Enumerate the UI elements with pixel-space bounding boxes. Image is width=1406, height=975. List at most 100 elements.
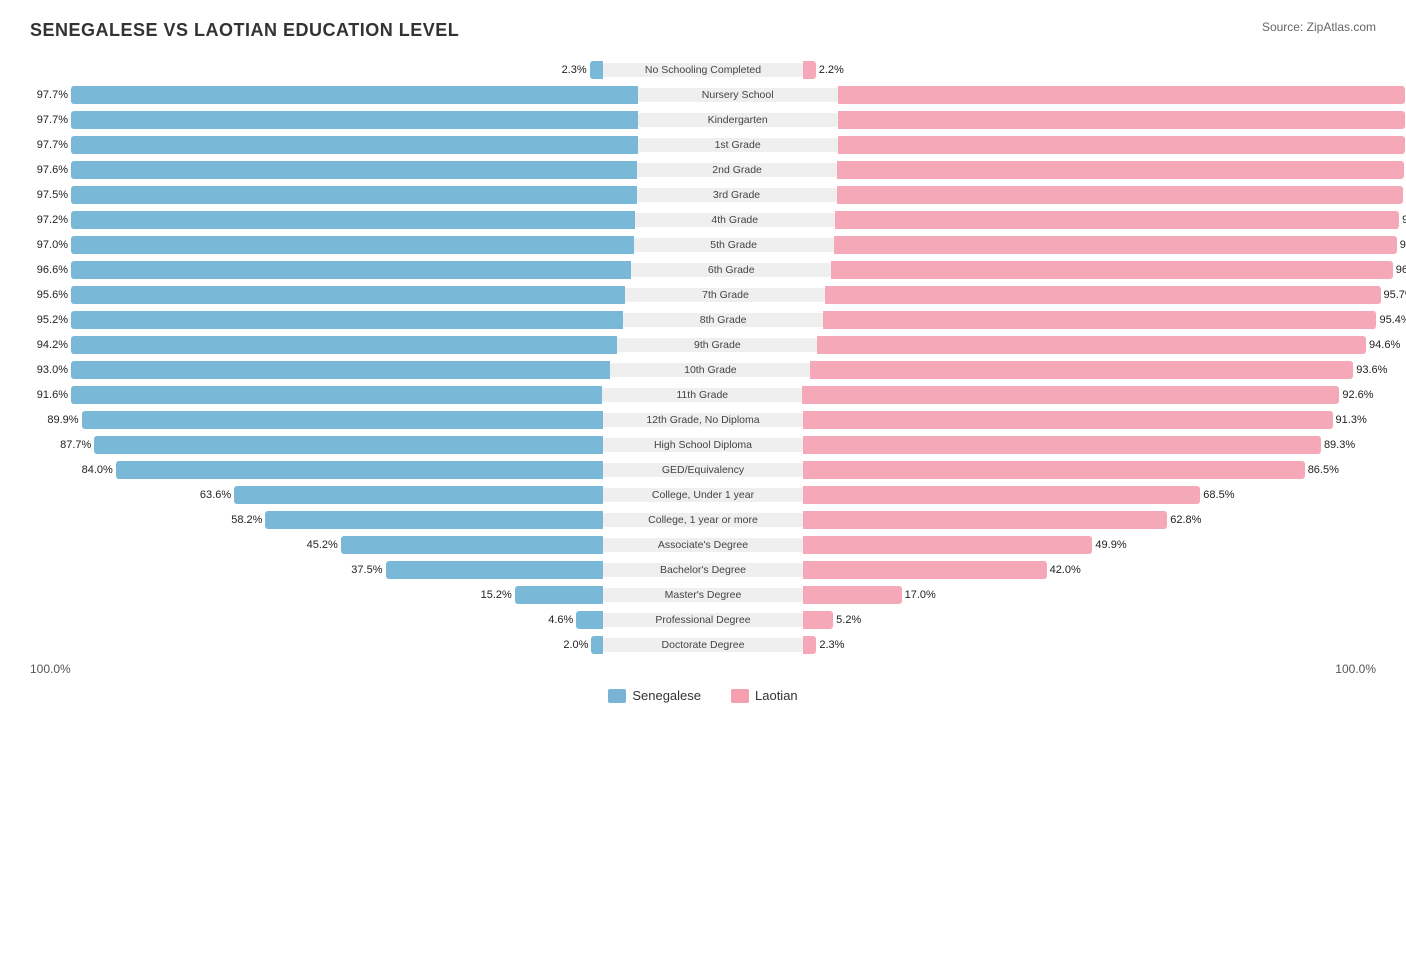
bar-pink <box>803 61 816 79</box>
row-label: 3rd Grade <box>637 188 837 202</box>
legend-label-blue: Senegalese <box>632 688 701 703</box>
right-value: 97.1% <box>1400 239 1406 251</box>
table-row: 93.0% 10th Grade 93.6% <box>30 359 1376 381</box>
left-section: 63.6% <box>30 486 603 504</box>
table-row: 4.6% Professional Degree 5.2% <box>30 609 1376 631</box>
table-row: 15.2% Master's Degree 17.0% <box>30 584 1376 606</box>
bar-blue <box>71 236 634 254</box>
bar-blue <box>71 136 638 154</box>
bar-blue <box>71 386 602 404</box>
footer-labels: 100.0% 100.0% <box>30 662 1376 676</box>
table-row: 97.7% 1st Grade 97.8% <box>30 134 1376 156</box>
right-value: 49.9% <box>1095 539 1133 551</box>
right-value: 95.7% <box>1384 289 1406 301</box>
bar-blue <box>71 286 625 304</box>
bar-pink <box>825 286 1380 304</box>
left-section: 97.6% <box>30 161 637 179</box>
chart-header: SENEGALESE VS LAOTIAN EDUCATION LEVEL So… <box>30 20 1376 41</box>
bar-pink <box>803 536 1092 554</box>
right-value: 91.3% <box>1336 414 1374 426</box>
row-label: Master's Degree <box>603 588 803 602</box>
left-value: 94.2% <box>30 339 68 351</box>
row-label: GED/Equivalency <box>603 463 803 477</box>
left-value: 2.0% <box>550 639 588 651</box>
bar-blue <box>71 311 623 329</box>
left-value: 93.0% <box>30 364 68 376</box>
table-row: 37.5% Bachelor's Degree 42.0% <box>30 559 1376 581</box>
left-section: 96.6% <box>30 261 631 279</box>
table-row: 94.2% 9th Grade 94.6% <box>30 334 1376 356</box>
row-label: Associate's Degree <box>603 538 803 552</box>
row-label: Bachelor's Degree <box>603 563 803 577</box>
left-section: 97.7% <box>30 111 638 129</box>
chart-title: SENEGALESE VS LAOTIAN EDUCATION LEVEL <box>30 20 459 41</box>
right-section: 93.6% <box>810 361 1394 379</box>
bar-pink <box>837 186 1403 204</box>
left-section: 84.0% <box>30 461 603 479</box>
table-row: 97.0% 5th Grade 97.1% <box>30 234 1376 256</box>
left-section: 37.5% <box>30 561 603 579</box>
right-value: 17.0% <box>905 589 943 601</box>
left-section: 97.5% <box>30 186 637 204</box>
right-section: 89.3% <box>803 436 1376 454</box>
legend: Senegalese Laotian <box>30 688 1376 703</box>
right-section: 97.3% <box>835 211 1406 229</box>
row-label: 1st Grade <box>638 138 838 152</box>
left-section: 45.2% <box>30 536 603 554</box>
left-value: 89.9% <box>41 414 79 426</box>
left-section: 97.0% <box>30 236 634 254</box>
right-section: 97.8% <box>838 86 1406 104</box>
table-row: 91.6% 11th Grade 92.6% <box>30 384 1376 406</box>
legend-box-blue <box>608 689 626 703</box>
table-row: 97.2% 4th Grade 97.3% <box>30 209 1376 231</box>
left-section: 97.2% <box>30 211 635 229</box>
row-label: College, Under 1 year <box>603 488 803 502</box>
chart-rows: 2.3% No Schooling Completed 2.2% 97.7% N… <box>30 59 1376 656</box>
legend-item-pink: Laotian <box>731 688 798 703</box>
bar-pink <box>803 586 902 604</box>
bar-pink <box>803 436 1321 454</box>
left-section: 15.2% <box>30 586 603 604</box>
table-row: 2.3% No Schooling Completed 2.2% <box>30 59 1376 81</box>
bar-pink <box>835 211 1399 229</box>
right-section: 86.5% <box>803 461 1376 479</box>
right-section: 17.0% <box>803 586 1376 604</box>
bar-blue <box>94 436 603 454</box>
row-label: College, 1 year or more <box>603 513 803 527</box>
right-section: 68.5% <box>803 486 1376 504</box>
right-value: 68.5% <box>1203 489 1241 501</box>
table-row: 97.7% Kindergarten 97.8% <box>30 109 1376 131</box>
right-section: 2.3% <box>803 636 1376 654</box>
right-section: 95.7% <box>825 286 1406 304</box>
left-value: 97.2% <box>30 214 68 226</box>
bar-blue <box>71 161 637 179</box>
row-label: 11th Grade <box>602 388 802 402</box>
right-section: 62.8% <box>803 511 1376 529</box>
bar-pink <box>803 461 1305 479</box>
row-label: 5th Grade <box>634 238 834 252</box>
left-section: 58.2% <box>30 511 603 529</box>
left-section: 97.7% <box>30 136 638 154</box>
row-label: 8th Grade <box>623 313 823 327</box>
bar-pink <box>803 411 1333 429</box>
bar-pink <box>803 561 1047 579</box>
bar-blue <box>71 211 635 229</box>
legend-box-pink <box>731 689 749 703</box>
row-label: 10th Grade <box>610 363 810 377</box>
row-label: Kindergarten <box>638 113 838 127</box>
row-label: Professional Degree <box>603 613 803 627</box>
bar-pink <box>803 636 816 654</box>
right-section: 97.7% <box>837 161 1406 179</box>
right-value: 94.6% <box>1369 339 1406 351</box>
bar-blue <box>71 111 638 129</box>
right-section: 49.9% <box>803 536 1376 554</box>
bar-blue <box>386 561 604 579</box>
table-row: 84.0% GED/Equivalency 86.5% <box>30 459 1376 481</box>
left-value: 63.6% <box>193 489 231 501</box>
left-value: 97.5% <box>30 189 68 201</box>
left-section: 97.7% <box>30 86 638 104</box>
right-section: 97.8% <box>838 136 1406 154</box>
legend-label-pink: Laotian <box>755 688 798 703</box>
right-value: 42.0% <box>1050 564 1088 576</box>
bar-blue <box>71 261 631 279</box>
